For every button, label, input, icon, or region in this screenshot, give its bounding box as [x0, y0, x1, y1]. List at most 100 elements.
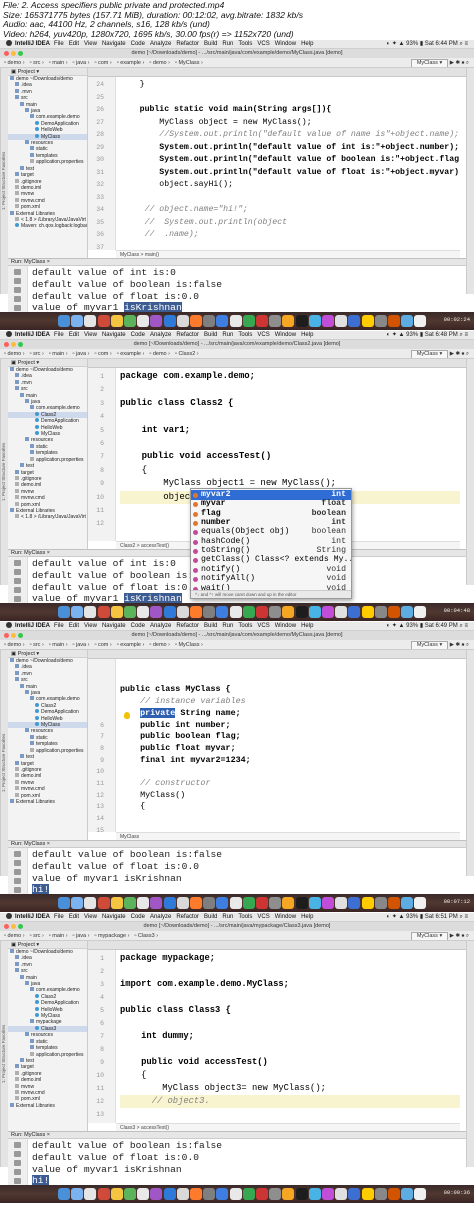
dock-app-icon[interactable]: [335, 1188, 348, 1200]
run-toolbar-icon[interactable]: [14, 851, 21, 857]
dock-app-icon[interactable]: [58, 315, 70, 327]
nav-crumb[interactable]: ▫ main ›: [49, 642, 68, 648]
left-tool-strip[interactable]: 1: Project Structure Favorites: [0, 941, 8, 1167]
run-toolbar-icon[interactable]: [14, 587, 21, 593]
menu-item[interactable]: Analyze: [150, 332, 171, 338]
dock-app-icon[interactable]: [97, 315, 110, 327]
dock-app-icon[interactable]: [322, 606, 334, 618]
dock-app-icon[interactable]: [176, 1188, 189, 1200]
editor-breadcrumb[interactable]: Class3 > accessTest(): [116, 1123, 460, 1131]
menu-item[interactable]: Build: [204, 332, 217, 338]
nav-crumb[interactable]: ▫ com ›: [94, 60, 111, 66]
dock-app-icon[interactable]: [348, 606, 361, 618]
menu-item[interactable]: Code: [131, 914, 145, 920]
apple-icon[interactable]: [6, 622, 12, 628]
menu-item[interactable]: Refactor: [176, 332, 199, 338]
nav-crumb[interactable]: ▫ src ›: [30, 933, 44, 939]
dock-app-icon[interactable]: [374, 897, 387, 909]
menu-item[interactable]: Refactor: [176, 914, 199, 920]
dock-app-icon[interactable]: [110, 315, 123, 327]
dock-app-icon[interactable]: [256, 315, 268, 327]
project-tree-item[interactable]: External Libraries: [8, 1102, 87, 1109]
run-toolbar-icon[interactable]: [14, 1160, 21, 1166]
left-tool-strip[interactable]: 1: Project Structure Favorites: [0, 359, 8, 585]
nav-crumb[interactable]: ▫ demo ›: [4, 351, 25, 357]
menu-item[interactable]: Code: [131, 332, 145, 338]
zoom-window-button[interactable]: [18, 342, 23, 347]
dock-app-icon[interactable]: [269, 1188, 282, 1200]
project-tree-item[interactable]: External Libraries: [8, 798, 87, 805]
dock-app-icon[interactable]: [137, 897, 150, 909]
dock-app-icon[interactable]: [401, 897, 414, 909]
dock-app-icon[interactable]: [150, 606, 163, 618]
project-panel-header[interactable]: ▣ Project ▾: [8, 941, 87, 949]
menu-item[interactable]: Tools: [238, 41, 252, 47]
menu-item[interactable]: Help: [301, 914, 313, 920]
zoom-window-button[interactable]: [18, 51, 23, 56]
dock-app-icon[interactable]: [190, 897, 202, 909]
dock-app-icon[interactable]: [58, 1188, 70, 1200]
menu-item[interactable]: Run: [222, 914, 233, 920]
dock-app-icon[interactable]: [295, 606, 308, 618]
menu-item[interactable]: Navigate: [102, 332, 126, 338]
menu-item[interactable]: Navigate: [102, 914, 126, 920]
close-window-button[interactable]: [4, 51, 9, 56]
run-toolbar-icon[interactable]: [14, 560, 21, 566]
left-tool-strip[interactable]: 1: Project Structure Favorites: [0, 68, 8, 294]
project-tree-item[interactable]: Maven: ch.qos.logback:logback: [8, 223, 87, 229]
project-panel-header[interactable]: ▣ Project ▾: [8, 68, 87, 76]
dock-app-icon[interactable]: [163, 315, 176, 327]
run-config-select[interactable]: MyClass ▾: [410, 350, 449, 358]
run-icon[interactable]: ▶ ✱ ⏹ ⌕: [448, 60, 469, 66]
run-toolbar-icon[interactable]: [14, 1151, 21, 1157]
dock-app-icon[interactable]: [282, 315, 295, 327]
dock-app-icon[interactable]: [388, 315, 400, 327]
nav-crumb[interactable]: ▫ src ›: [30, 60, 44, 66]
nav-crumb[interactable]: ▫ src ›: [30, 642, 44, 648]
run-panel-header[interactable]: Run: MyClass ×: [8, 258, 466, 266]
run-icon[interactable]: ▶ ✱ ⏹ ⌕: [448, 351, 469, 357]
dock-app-icon[interactable]: [203, 897, 216, 909]
dock-app-icon[interactable]: [84, 1188, 97, 1200]
minimize-window-button[interactable]: [11, 924, 16, 929]
dock-app-icon[interactable]: [124, 315, 136, 327]
dock-app-icon[interactable]: [150, 1188, 163, 1200]
menu-item[interactable]: Run: [222, 332, 233, 338]
menu-item[interactable]: Code: [131, 41, 145, 47]
dock-app-icon[interactable]: [322, 315, 334, 327]
dock-app-icon[interactable]: [242, 897, 255, 909]
dock-app-icon[interactable]: [124, 606, 136, 618]
editor-breadcrumb[interactable]: MyClass: [116, 832, 460, 840]
dock-app-icon[interactable]: [216, 1188, 229, 1200]
dock-app-icon[interactable]: [190, 1188, 202, 1200]
dock-app-icon[interactable]: [97, 897, 110, 909]
run-toolbar-icon[interactable]: [14, 1169, 21, 1175]
dock-app-icon[interactable]: [176, 606, 189, 618]
dock-app-icon[interactable]: [229, 315, 242, 327]
run-toolbar-icon[interactable]: [14, 296, 21, 302]
dock-app-icon[interactable]: [84, 897, 97, 909]
menu-item[interactable]: Edit: [69, 332, 79, 338]
dock-app-icon[interactable]: [308, 897, 321, 909]
menu-item[interactable]: Edit: [69, 623, 79, 629]
project-tree-item[interactable]: < 1.8 > /Library/Java/JavaVirt: [8, 514, 87, 520]
dock-app-icon[interactable]: [295, 1188, 308, 1200]
menu-item[interactable]: Tools: [238, 914, 252, 920]
dock-app-icon[interactable]: [216, 606, 229, 618]
nav-crumb[interactable]: ▫ MyClass ›: [175, 642, 203, 648]
dock-app-icon[interactable]: [361, 606, 374, 618]
dock-app-icon[interactable]: [282, 897, 295, 909]
menu-item[interactable]: Analyze: [150, 914, 171, 920]
nav-crumb[interactable]: ▫ demo ›: [149, 642, 170, 648]
dock-app-icon[interactable]: [414, 1188, 427, 1200]
close-window-button[interactable]: [4, 633, 9, 638]
nav-crumb[interactable]: ▫ mypackage ›: [94, 933, 129, 939]
project-panel-header[interactable]: ▣ Project ▾: [8, 359, 87, 367]
dock-app-icon[interactable]: [229, 606, 242, 618]
menu-item[interactable]: Window: [275, 914, 296, 920]
menu-item[interactable]: View: [84, 914, 97, 920]
dock-app-icon[interactable]: [229, 897, 242, 909]
nav-crumb[interactable]: ▫ demo ›: [149, 60, 170, 66]
menu-item[interactable]: Edit: [69, 914, 79, 920]
dock-app-icon[interactable]: [282, 1188, 295, 1200]
